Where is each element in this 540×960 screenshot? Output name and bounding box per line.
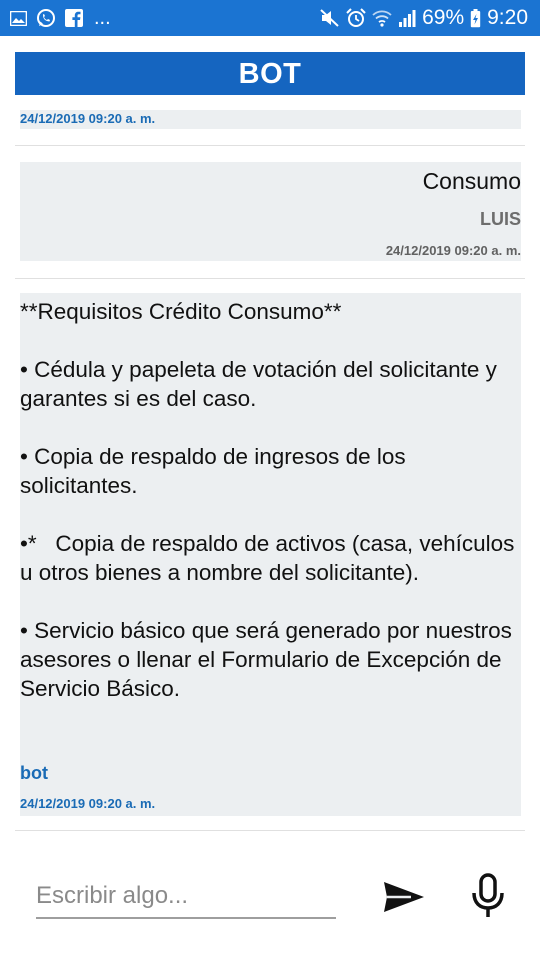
bot-message-text: **Requisitos Crédito Consumo** • Cédula … bbox=[20, 299, 515, 701]
whatsapp-icon bbox=[36, 8, 56, 28]
message-divider bbox=[15, 278, 525, 279]
message-divider bbox=[15, 830, 525, 831]
gallery-icon bbox=[10, 10, 27, 26]
message-input[interactable] bbox=[36, 876, 336, 916]
user-message-sender: LUIS bbox=[479, 209, 521, 229]
battery-icon bbox=[470, 8, 481, 28]
chat-header-title: BOT bbox=[15, 52, 525, 95]
microphone-button[interactable] bbox=[470, 871, 506, 921]
status-bar: ... 69% 9:20 bbox=[0, 0, 540, 36]
status-bar-notifications: ... bbox=[10, 0, 111, 36]
signal-icon bbox=[398, 9, 416, 27]
battery-percent: 69% bbox=[422, 6, 465, 29]
microphone-icon bbox=[470, 871, 506, 921]
bot-message: **Requisitos Crédito Consumo** • Cédula … bbox=[20, 293, 521, 816]
message-timestamp: 24/12/2019 09:20 a. m. bbox=[20, 796, 156, 811]
mute-icon bbox=[320, 9, 340, 27]
bot-message-sender: bot bbox=[20, 763, 48, 783]
message-timestamp: 24/12/2019 09:20 a. m. bbox=[385, 243, 521, 258]
message-timestamp: 24/12/2019 09:20 a. m. bbox=[20, 111, 156, 126]
send-button[interactable] bbox=[381, 876, 427, 918]
message-input-wrapper bbox=[36, 876, 336, 920]
facebook-icon bbox=[65, 9, 83, 27]
message-divider bbox=[15, 145, 525, 146]
send-icon bbox=[381, 876, 427, 918]
clock: 9:20 bbox=[487, 6, 528, 29]
bot-message-empty: 24/12/2019 09:20 a. m. bbox=[20, 110, 521, 129]
input-underline bbox=[36, 917, 336, 919]
wifi-icon bbox=[372, 9, 392, 27]
user-message-text: Consumo bbox=[422, 168, 521, 194]
user-message: Consumo LUIS 24/12/2019 09:20 a. m. bbox=[20, 162, 521, 261]
more-notifications-indicator: ... bbox=[94, 6, 111, 29]
alarm-icon bbox=[346, 8, 366, 28]
status-bar-system: 69% 9:20 bbox=[320, 0, 528, 36]
